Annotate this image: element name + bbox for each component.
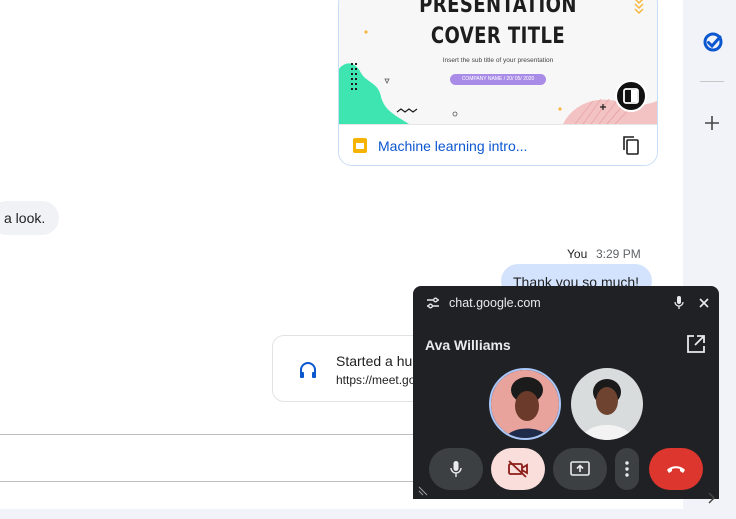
caller-name: Ava Williams bbox=[425, 337, 511, 353]
add-icon[interactable] bbox=[700, 111, 724, 135]
present-screen-button[interactable] bbox=[553, 448, 607, 490]
window-url: chat.google.com bbox=[449, 296, 541, 310]
attachment-card[interactable]: PRESENTATION COVER TITLE Insert the sub … bbox=[338, 0, 658, 166]
attachment-file-name[interactable]: Machine learning intro... bbox=[378, 138, 527, 154]
slide-title-line1: PRESENTATION bbox=[419, 0, 577, 18]
participant-avatar bbox=[571, 368, 643, 440]
camera-toggle-button[interactable] bbox=[491, 448, 545, 490]
mic-icon bbox=[450, 461, 462, 477]
camera-off-icon bbox=[508, 460, 528, 478]
avatar-photo bbox=[571, 368, 643, 440]
more-vert-icon bbox=[625, 461, 629, 477]
site-settings-icon[interactable] bbox=[426, 296, 440, 310]
huddle-call-window[interactable]: chat.google.com Ava Williams bbox=[413, 286, 719, 499]
tasks-icon[interactable] bbox=[702, 31, 724, 53]
more-options-button[interactable] bbox=[615, 448, 639, 490]
resize-handle-icon[interactable] bbox=[417, 485, 429, 497]
chevron-right-icon[interactable] bbox=[706, 491, 716, 505]
mute-button[interactable] bbox=[429, 448, 483, 490]
huddle-link[interactable]: https://meet.go bbox=[336, 373, 415, 387]
slide-preview[interactable]: PRESENTATION COVER TITLE Insert the sub … bbox=[339, 0, 657, 124]
call-titlebar: chat.google.com bbox=[413, 286, 719, 320]
slide-subtitle: Insert the sub title of your presentatio… bbox=[442, 57, 554, 64]
side-panel-icon bbox=[623, 88, 639, 104]
huddle-title: Started a hu bbox=[336, 353, 413, 369]
participant-avatar bbox=[489, 368, 561, 440]
headphones-icon bbox=[300, 362, 316, 378]
open-in-new-icon[interactable] bbox=[685, 333, 707, 355]
rail-divider bbox=[700, 81, 724, 82]
avatar-photo bbox=[491, 370, 559, 438]
end-call-button[interactable] bbox=[649, 448, 703, 490]
mic-indicator-icon bbox=[674, 296, 684, 309]
attachment-footer[interactable]: Machine learning intro... bbox=[339, 124, 657, 165]
slide-title-line2: COVER TITLE bbox=[430, 24, 566, 49]
message-bubble-incoming: a look. bbox=[0, 201, 60, 235]
message-sender: You bbox=[567, 247, 588, 261]
open-side-panel-button[interactable] bbox=[615, 80, 647, 112]
slides-icon bbox=[353, 138, 367, 153]
close-icon[interactable] bbox=[697, 296, 711, 310]
slide-company-pill: COMPANY NAME / 20/ 05/ 2020 bbox=[450, 74, 546, 85]
copy-icon[interactable] bbox=[620, 134, 642, 156]
message-time: 3:29 PM bbox=[596, 247, 641, 261]
present-to-all-icon bbox=[570, 461, 590, 476]
bottom-strip bbox=[0, 509, 683, 519]
call-end-icon bbox=[667, 466, 685, 473]
